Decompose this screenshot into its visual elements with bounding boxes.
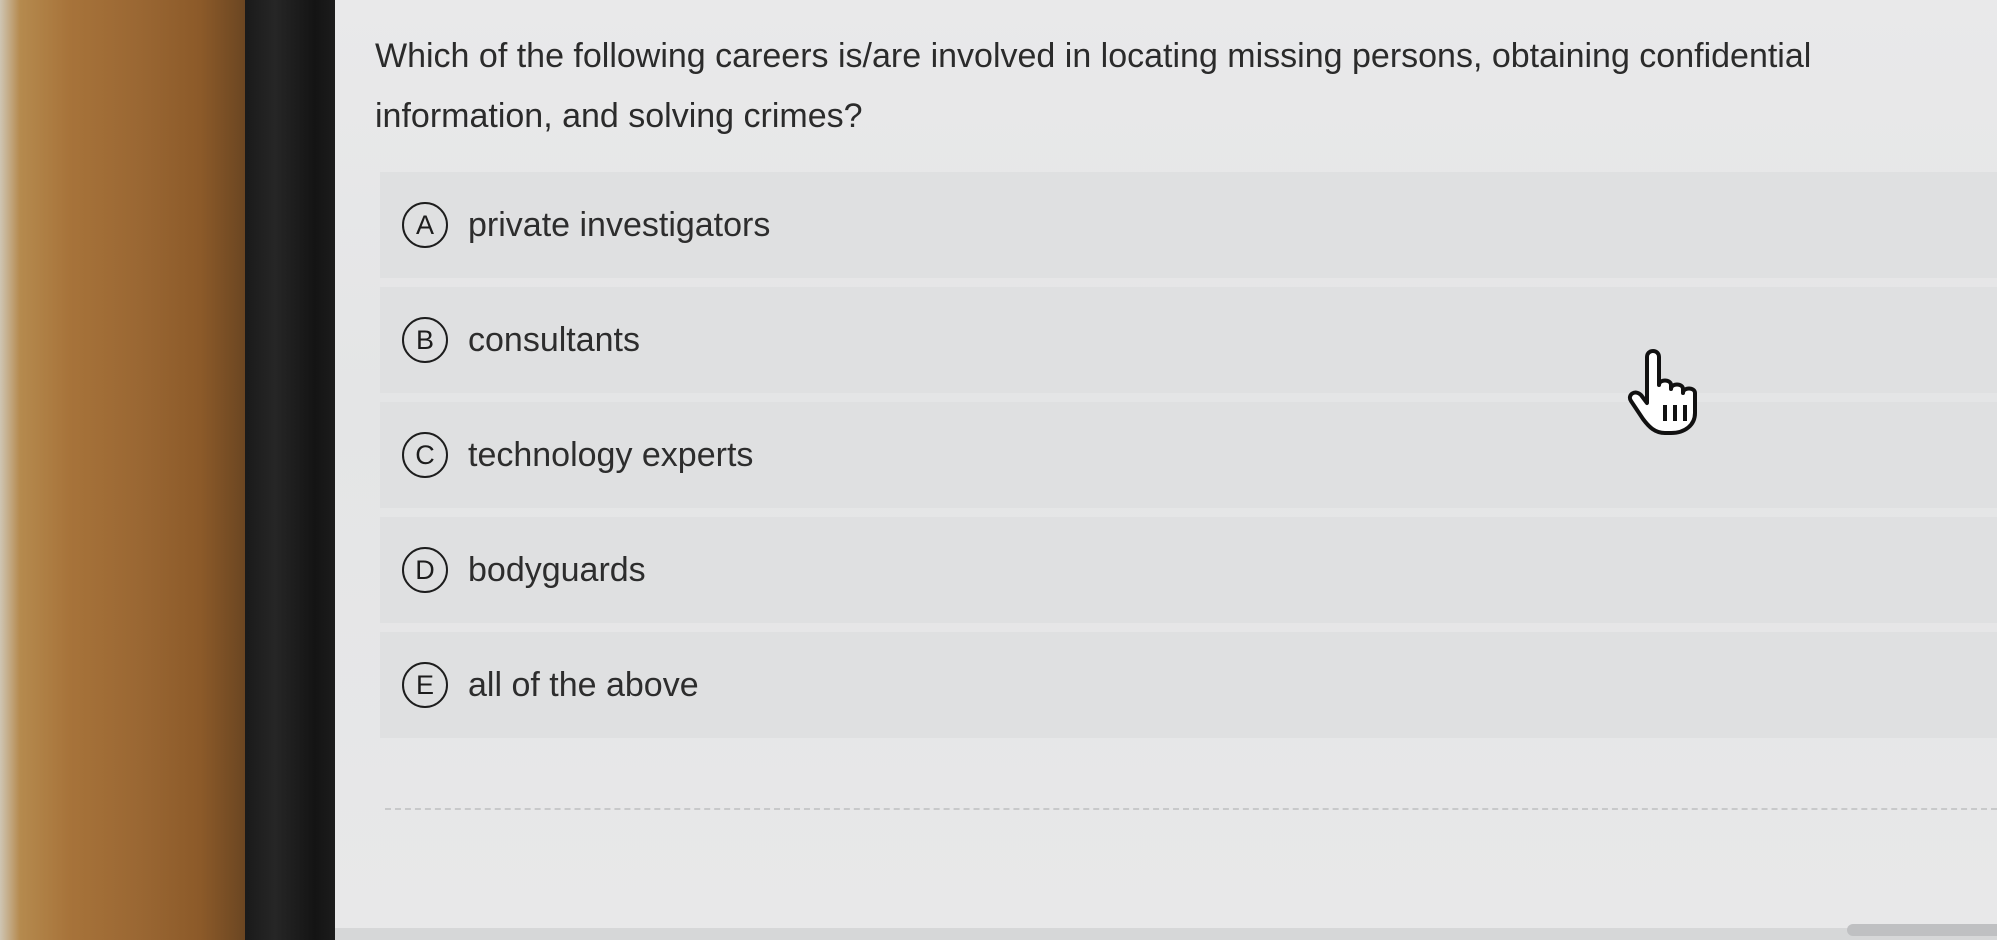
monitor-bezel — [245, 0, 335, 940]
option-d-label: bodyguards — [468, 550, 646, 589]
option-a[interactable]: A private investigators — [380, 172, 1997, 278]
photo-stage: Which of the following careers is/are in… — [0, 0, 1997, 940]
option-c[interactable]: C technology experts — [380, 402, 1997, 508]
option-c-label: technology experts — [468, 435, 754, 474]
option-a-letter: A — [402, 202, 448, 248]
bottom-bar — [335, 928, 1997, 940]
option-d[interactable]: D bodyguards — [380, 517, 1997, 623]
option-e[interactable]: E all of the above — [380, 632, 1997, 738]
answer-options: A private investigators B consultants C … — [380, 172, 1997, 747]
horizontal-scrollbar[interactable] — [1847, 924, 1997, 936]
option-e-label: all of the above — [468, 665, 699, 704]
option-a-label: private investigators — [468, 205, 771, 244]
option-b-label: consultants — [468, 320, 640, 359]
option-b-letter: B — [402, 317, 448, 363]
question-text: Which of the following careers is/are in… — [375, 37, 1812, 135]
desk-background — [0, 0, 245, 940]
section-divider — [385, 808, 1997, 810]
option-b[interactable]: B consultants — [380, 287, 1997, 393]
option-e-letter: E — [402, 662, 448, 708]
option-d-letter: D — [402, 547, 448, 593]
hand-pointer-icon — [1628, 349, 1697, 435]
option-c-letter: C — [402, 432, 448, 478]
quiz-screen: Which of the following careers is/are in… — [335, 0, 1997, 940]
